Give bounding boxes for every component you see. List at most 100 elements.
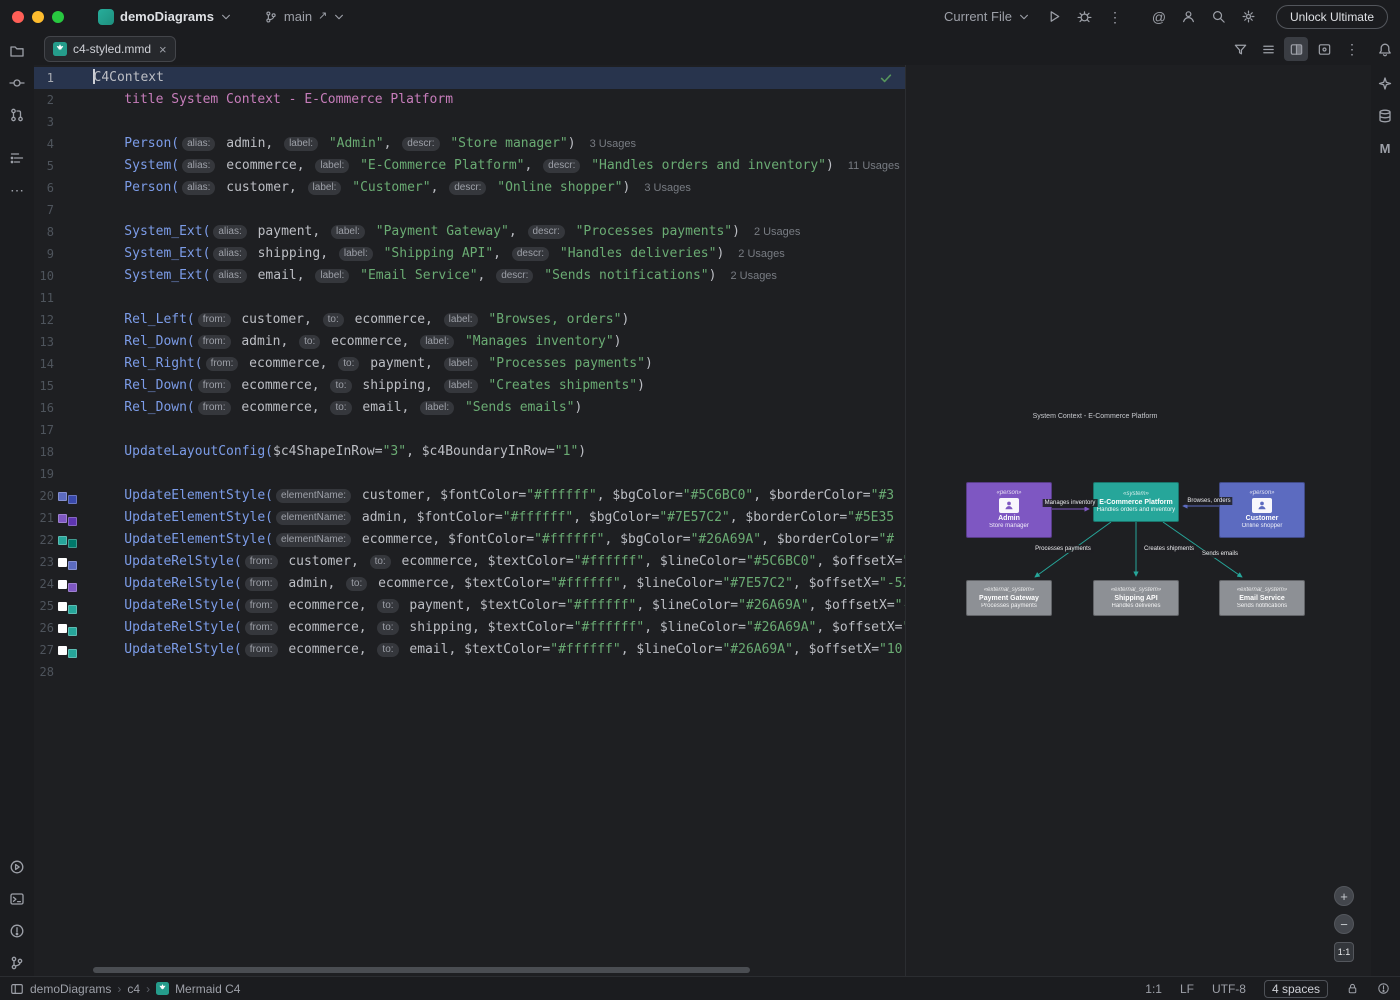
- inlay-hint[interactable]: from:: [245, 621, 278, 635]
- inlay-hint[interactable]: from:: [198, 335, 231, 349]
- editor-gutter[interactable]: 25: [34, 595, 93, 617]
- editor-gutter[interactable]: 27: [34, 639, 93, 661]
- inlay-hint[interactable]: descr:: [402, 137, 439, 151]
- mermaid-tool-button[interactable]: M: [1373, 136, 1397, 160]
- commit-tool-button[interactable]: [5, 71, 29, 95]
- terminal-tool-button[interactable]: [5, 887, 29, 911]
- inlay-hint[interactable]: from:: [245, 643, 278, 657]
- color-chip[interactable]: [68, 495, 77, 504]
- profile-button[interactable]: [1176, 5, 1202, 29]
- inlay-hint[interactable]: to:: [377, 621, 398, 635]
- tab-c4-styled-mmd[interactable]: c4-styled.mmd ×: [44, 36, 176, 62]
- editor-gutter[interactable]: 11: [34, 287, 93, 309]
- settings-button[interactable]: [1236, 5, 1262, 29]
- code-line[interactable]: 9 System_Ext(alias: shipping, label: "Sh…: [34, 243, 905, 265]
- inlay-hint[interactable]: alias:: [182, 181, 215, 195]
- inlay-hint[interactable]: to:: [299, 335, 320, 349]
- inlay-hint[interactable]: descr:: [543, 159, 580, 173]
- search-everywhere-button[interactable]: [1206, 5, 1232, 29]
- services-tool-button[interactable]: [5, 855, 29, 879]
- code-line[interactable]: 16 Rel_Down(from: ecommerce, to: email, …: [34, 397, 905, 419]
- code-line[interactable]: 19: [34, 463, 905, 485]
- line-number[interactable]: 1: [34, 67, 54, 89]
- inlay-hint[interactable]: to:: [330, 401, 351, 415]
- line-number[interactable]: 12: [34, 309, 54, 331]
- alert-circle-icon[interactable]: [1377, 982, 1390, 995]
- inlay-hint[interactable]: from:: [206, 357, 239, 371]
- code-line[interactable]: 17: [34, 419, 905, 441]
- usages-hint[interactable]: 2 Usages: [738, 248, 784, 260]
- inlay-hint[interactable]: elementName:: [276, 489, 351, 503]
- editor-gutter[interactable]: 18: [34, 441, 93, 463]
- code-line[interactable]: 26 UpdateRelStyle(from: ecommerce, to: s…: [34, 617, 905, 639]
- inlay-hint[interactable]: from:: [198, 401, 231, 415]
- editor-gutter[interactable]: 15: [34, 375, 93, 397]
- editor-more-button[interactable]: ⋮: [1340, 37, 1364, 61]
- line-number[interactable]: 26: [34, 617, 54, 639]
- editor-gutter[interactable]: 19: [34, 463, 93, 485]
- run-configuration-selector[interactable]: Current File: [936, 6, 1038, 27]
- editor-gutter[interactable]: 7: [34, 199, 93, 221]
- caret-position[interactable]: 1:1: [1145, 982, 1162, 996]
- inlay-hint[interactable]: elementName:: [276, 533, 351, 547]
- color-chip[interactable]: [68, 583, 77, 592]
- line-number[interactable]: 2: [34, 89, 54, 111]
- inlay-hint[interactable]: to:: [377, 643, 398, 657]
- editor-gutter[interactable]: 3: [34, 111, 93, 133]
- color-chip[interactable]: [58, 536, 67, 545]
- unlock-ultimate-button[interactable]: Unlock Ultimate: [1276, 5, 1388, 29]
- editor-gutter[interactable]: 6: [34, 177, 93, 199]
- editor-gutter[interactable]: 14: [34, 353, 93, 375]
- ai-assistant-tool-button[interactable]: [1373, 72, 1397, 96]
- editor-gutter[interactable]: 13: [34, 331, 93, 353]
- inspections-status-widget[interactable]: [879, 71, 893, 89]
- color-chip[interactable]: [58, 602, 67, 611]
- line-number[interactable]: 8: [34, 221, 54, 243]
- breadcrumb-project[interactable]: demoDiagrams: [30, 982, 111, 996]
- line-number[interactable]: 23: [34, 551, 54, 573]
- inlay-hint[interactable]: to:: [346, 577, 367, 591]
- lock-icon[interactable]: [1346, 982, 1359, 995]
- line-number[interactable]: 22: [34, 529, 54, 551]
- zoom-reset-button[interactable]: 1:1: [1334, 942, 1354, 962]
- usages-hint[interactable]: 2 Usages: [754, 226, 800, 238]
- editor-gutter[interactable]: 1: [34, 67, 93, 89]
- color-chip[interactable]: [58, 514, 67, 523]
- color-chip[interactable]: [68, 539, 77, 548]
- line-number[interactable]: 6: [34, 177, 54, 199]
- editor-gutter[interactable]: 28: [34, 661, 93, 683]
- inlay-hint[interactable]: label:: [444, 379, 478, 393]
- debug-button[interactable]: [1072, 5, 1098, 29]
- code-line[interactable]: 15 Rel_Down(from: ecommerce, to: shippin…: [34, 375, 905, 397]
- color-chip[interactable]: [68, 649, 77, 658]
- line-number[interactable]: 10: [34, 265, 54, 287]
- color-chip[interactable]: [58, 580, 67, 589]
- tab-close-icon[interactable]: ×: [159, 42, 167, 57]
- line-number[interactable]: 9: [34, 243, 54, 265]
- code-line[interactable]: 5 System(alias: ecommerce, label: "E-Com…: [34, 155, 905, 177]
- problems-tool-button[interactable]: [5, 919, 29, 943]
- code-line[interactable]: 18 UpdateLayoutConfig($c4ShapeInRow="3",…: [34, 441, 905, 463]
- editor-gutter[interactable]: 17: [34, 419, 93, 441]
- line-number[interactable]: 20: [34, 485, 54, 507]
- editor-horizontal-scrollbar[interactable]: [34, 967, 905, 974]
- line-number[interactable]: 25: [34, 595, 54, 617]
- breadcrumb-file-type[interactable]: Mermaid C4: [175, 982, 240, 996]
- usages-hint[interactable]: 11 Usages: [848, 160, 900, 172]
- code-line[interactable]: 11: [34, 287, 905, 309]
- window-close-button[interactable]: [12, 11, 24, 23]
- inlay-hint[interactable]: label:: [284, 137, 318, 151]
- code-line[interactable]: 14 Rel_Right(from: ecommerce, to: paymen…: [34, 353, 905, 375]
- code-line[interactable]: 3: [34, 111, 905, 133]
- window-zoom-button[interactable]: [52, 11, 64, 23]
- inlay-hint[interactable]: alias:: [182, 159, 215, 173]
- editor-gutter[interactable]: 20: [34, 485, 93, 507]
- editor-and-preview-view-button[interactable]: [1284, 37, 1308, 61]
- code-line[interactable]: 6 Person(alias: customer, label: "Custom…: [34, 177, 905, 199]
- line-number[interactable]: 15: [34, 375, 54, 397]
- line-number[interactable]: 7: [34, 199, 54, 221]
- code-line[interactable]: 24 UpdateRelStyle(from: admin, to: ecomm…: [34, 573, 905, 595]
- structure-tool-button[interactable]: [5, 146, 29, 170]
- inlay-hint[interactable]: alias:: [213, 247, 246, 261]
- line-number[interactable]: 17: [34, 419, 54, 441]
